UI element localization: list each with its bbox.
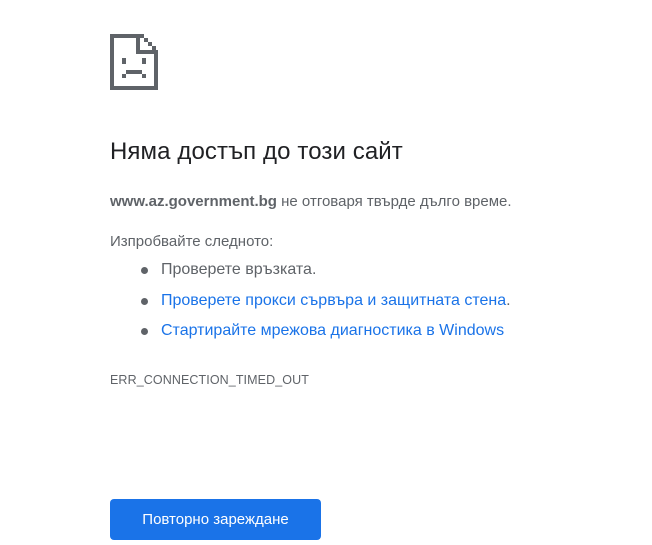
sad-page-icon <box>110 34 158 90</box>
list-item: Стартирайте мрежова диагностика в Window… <box>110 319 511 350</box>
suggestion-text: Проверете връзката. <box>161 261 317 278</box>
suggestions-list: Проверете връзката. Проверете прокси сър… <box>110 258 511 350</box>
suggestion-suffix: . <box>506 291 511 309</box>
bullet-icon <box>141 328 148 335</box>
error-code: ERR_CONNECTION_TIMED_OUT <box>110 373 309 387</box>
suggestions-heading: Изпробвайте следното: <box>110 233 274 250</box>
summary-text: не отговаря твърде дълго време. <box>276 193 512 210</box>
network-diagnostics-link[interactable]: Стартирайте мрежова диагностика в Window… <box>161 322 504 339</box>
page-title: Няма достъп до този сайт <box>110 138 403 165</box>
proxy-firewall-link[interactable]: Проверете прокси сървъра и защитната сте… <box>161 292 506 309</box>
host-name: www.az.government.bg <box>110 193 277 210</box>
list-item: Проверете прокси сървъра и защитната сте… <box>110 289 511 320</box>
bullet-icon <box>141 267 148 274</box>
list-item: Проверете връзката. <box>110 258 511 289</box>
bullet-icon <box>141 297 148 305</box>
reload-button[interactable]: Повторно зареждане <box>110 499 321 540</box>
error-summary: www.az.government.bg не отговаря твърде … <box>110 193 512 210</box>
error-page: Няма достъп до този сайт www.az.governme… <box>0 0 652 545</box>
